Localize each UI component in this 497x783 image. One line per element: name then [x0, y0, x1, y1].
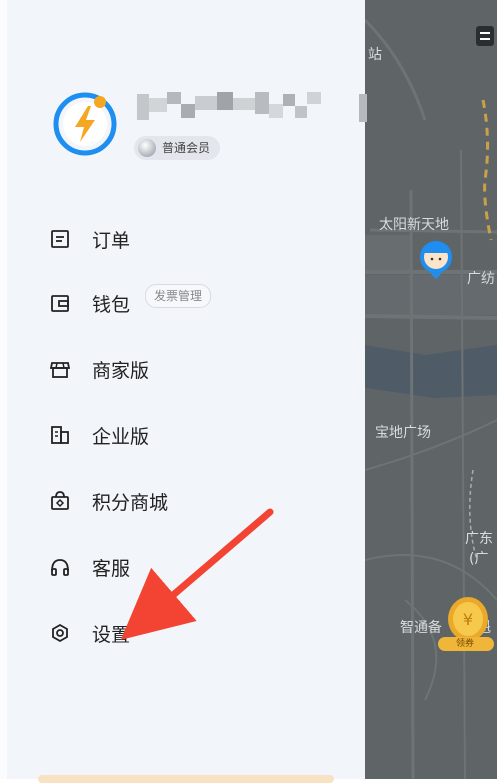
gear-icon	[47, 620, 73, 646]
member-level-label: 普通会员	[162, 141, 211, 155]
menu-item-wallet[interactable]: 钱包	[47, 287, 130, 319]
menu-label-customer-service: 客服	[92, 557, 131, 580]
svg-text:¥: ¥	[463, 610, 473, 629]
menu-label-wallet: 钱包	[92, 293, 131, 316]
bottom-promo-bar[interactable]	[38, 775, 334, 783]
menu-label-orders: 订单	[92, 229, 131, 252]
menu-label-points-mall: 积分商城	[92, 491, 169, 514]
coupon-label: 领券	[455, 639, 474, 649]
drawer-edge	[0, 0, 7, 779]
menu-label-merchant: 商家版	[92, 359, 150, 382]
headset-icon	[47, 554, 73, 580]
side-drawer: 普通会员 订单 钱包 发票管理 商家版 企业版 积分商城 客服 设置	[0, 0, 367, 783]
building-icon	[47, 422, 73, 448]
map-label-guangdong: 广东	[465, 531, 493, 547]
coupon-widget[interactable]: ¥ 领券	[436, 591, 496, 655]
menu-item-enterprise[interactable]: 企业版	[47, 419, 149, 451]
map-label-taiyang: 太阳新天地	[379, 217, 449, 233]
menu-item-merchant[interactable]: 商家版	[47, 353, 149, 385]
map-label-station: 站	[368, 47, 382, 63]
menu-item-points-mall[interactable]: 积分商城	[47, 485, 168, 517]
menu-status-icon	[476, 26, 494, 46]
driver-location-icon[interactable]	[418, 239, 454, 279]
menu-item-customer-service[interactable]: 客服	[47, 551, 130, 583]
map-label-guangfang: 广纺	[467, 271, 495, 287]
wallet-icon	[47, 290, 73, 316]
order-list-icon	[47, 226, 73, 252]
menu-item-settings[interactable]: 设置	[47, 617, 130, 649]
menu-item-orders[interactable]: 订单	[47, 223, 130, 255]
menu-label-settings: 设置	[92, 623, 131, 646]
medal-icon	[138, 139, 156, 157]
map-roads	[365, 0, 497, 779]
store-icon	[47, 356, 73, 382]
member-level-badge[interactable]: 普通会员	[134, 136, 221, 160]
menu-label-enterprise: 企业版	[92, 425, 150, 448]
map-label-baodi: 宝地广场	[375, 425, 431, 441]
map-view[interactable]: 站 太阳新天地 广纺 宝地广场 广东 (广 智通备 魁	[365, 0, 497, 779]
map-label-guang-paren: (广	[469, 551, 489, 567]
avatar[interactable]	[53, 92, 117, 156]
shopping-bag-icon	[47, 488, 73, 514]
invoice-manage-tag[interactable]: 发票管理	[145, 284, 212, 308]
